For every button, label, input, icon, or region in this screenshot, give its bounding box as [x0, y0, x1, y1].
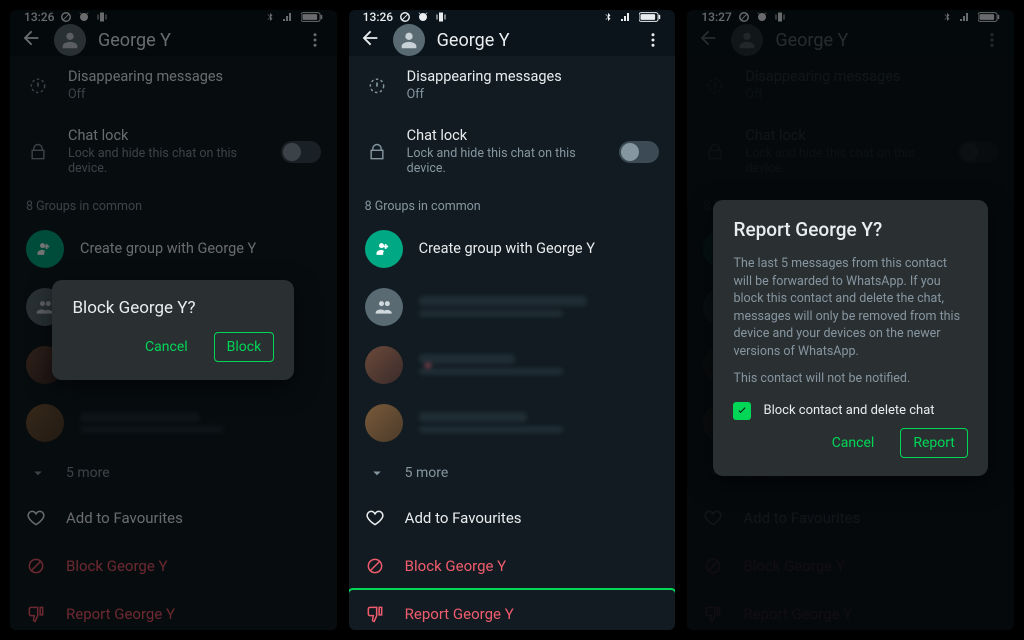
redacted-text	[419, 296, 587, 306]
report-dialog-body2: This contact will not be notified.	[733, 370, 967, 388]
group-photo	[365, 346, 403, 384]
report-cancel-button[interactable]: Cancel	[820, 429, 887, 457]
report-checkbox-row[interactable]: Block contact and delete chat	[733, 402, 967, 420]
block-confirm-button[interactable]: Block	[214, 332, 275, 362]
redacted-text	[419, 368, 563, 375]
favourites-row[interactable]: Add to Favourites	[349, 494, 676, 542]
disappearing-title: Disappearing messages	[407, 68, 660, 85]
chevron-down-icon	[365, 464, 389, 482]
report-contact-row[interactable]: Report George Y	[349, 590, 676, 630]
group-avatar-icon	[365, 288, 403, 326]
block-contact-row[interactable]: Block George Y	[349, 542, 676, 590]
block-text: Block George Y	[405, 557, 507, 575]
report-dialog-overlay[interactable]: Report George Y? The last 5 messages fro…	[687, 10, 1014, 630]
heart-icon	[365, 508, 385, 528]
chatlock-sub: Lock and hide this chat on this device.	[407, 146, 602, 177]
disappearing-messages-row[interactable]: Disappearing messages Off	[349, 56, 676, 115]
contact-name: George Y	[437, 30, 630, 51]
battery-icon	[639, 11, 661, 23]
alarm-icon	[417, 11, 429, 23]
report-dialog: Report George Y? The last 5 messages fro…	[713, 200, 987, 476]
clock-text: 13:26	[363, 10, 393, 24]
groups-count-label: 8 Groups in common	[349, 189, 676, 220]
thumbs-down-icon	[365, 604, 385, 624]
vibrate-icon	[435, 11, 447, 23]
back-icon[interactable]	[359, 27, 381, 53]
disappearing-sub: Off	[407, 87, 660, 103]
group-row-2[interactable]	[349, 336, 676, 394]
report-checkbox-label: Block contact and delete chat	[763, 403, 934, 418]
block-dialog-overlay[interactable]: Block George Y? Cancel Block	[10, 10, 337, 630]
chat-lock-toggle[interactable]	[619, 141, 659, 163]
favourites-text: Add to Favourites	[405, 509, 522, 527]
chatlock-title: Chat lock	[407, 127, 602, 144]
redacted-text	[419, 354, 515, 364]
redacted-text	[419, 310, 563, 317]
more-menu-icon[interactable]	[641, 28, 665, 52]
report-dialog-title: Report George Y?	[733, 218, 967, 241]
group-row-1[interactable]	[349, 278, 676, 336]
groups-more-row[interactable]: 5 more	[349, 452, 676, 494]
report-dialog-body1: The last 5 messages from this contact wi…	[733, 255, 967, 360]
lock-icon	[365, 142, 389, 162]
report-confirm-button[interactable]: Report	[900, 428, 968, 458]
group-row-3[interactable]	[349, 394, 676, 452]
redacted-text	[419, 426, 563, 433]
avatar[interactable]	[393, 24, 425, 56]
status-bar: 13:26	[349, 10, 676, 24]
block-cancel-button[interactable]: Cancel	[133, 333, 200, 361]
create-group-row[interactable]: Create group with George Y	[349, 220, 676, 278]
redacted-text	[419, 412, 527, 422]
phone-report-highlight: 13:26 George Y Disappearing messages Off	[349, 10, 676, 630]
report-text: Report George Y	[405, 605, 514, 623]
signal-icon	[619, 11, 633, 23]
checkbox-checked-icon[interactable]	[733, 402, 751, 420]
group-photo	[365, 404, 403, 442]
bluetooth-icon	[603, 11, 613, 23]
timer-icon	[365, 75, 389, 95]
block-dialog-title: Block George Y?	[72, 298, 274, 318]
create-group-icon	[365, 230, 403, 268]
phone-report-dialog: 13:27 George Y Disappearing messages Off	[687, 10, 1014, 630]
phone-block-dialog: 13:26 George Y Disappearing messages Off	[10, 10, 337, 630]
chat-lock-row[interactable]: Chat lock Lock and hide this chat on thi…	[349, 115, 676, 189]
contact-header: George Y	[349, 24, 676, 56]
create-group-text: Create group with George Y	[419, 240, 660, 257]
block-icon	[365, 556, 385, 576]
dnd-icon	[399, 11, 411, 23]
groups-more-text: 5 more	[405, 465, 449, 481]
block-dialog: Block George Y? Cancel Block	[52, 280, 294, 380]
